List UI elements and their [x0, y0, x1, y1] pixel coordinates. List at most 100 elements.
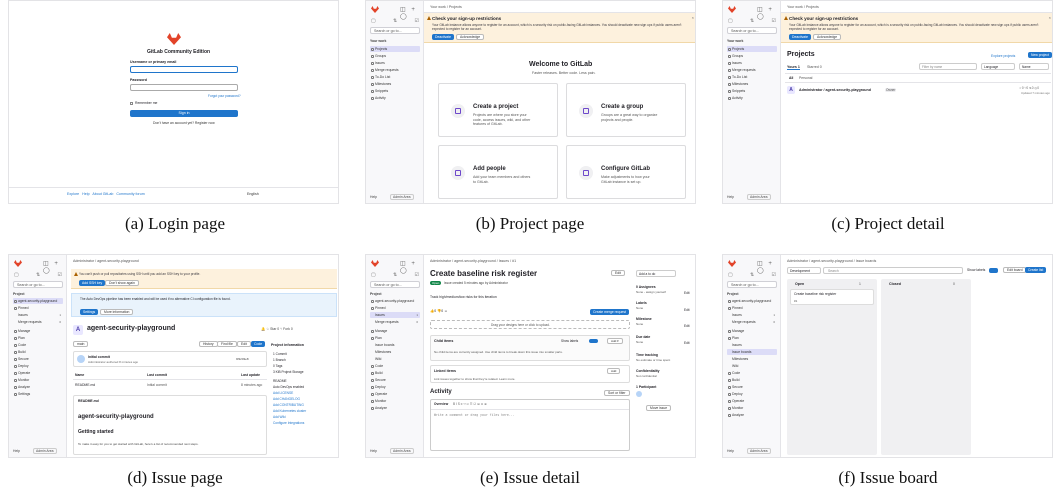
- commit-title[interactable]: Initial commit: [88, 355, 110, 359]
- explore-projects-link[interactable]: Explore projects: [991, 54, 1015, 58]
- sidebar-item-monitor[interactable]: Monitor: [727, 405, 777, 411]
- todo-box[interactable]: Add a to do: [636, 270, 676, 277]
- project-row-link[interactable]: Administrator / agent-security-playgroun…: [799, 88, 871, 92]
- admin-area-button[interactable]: Admin Area: [33, 448, 57, 454]
- overview-tab[interactable]: Overview: [434, 402, 448, 406]
- username-input[interactable]: [130, 66, 238, 73]
- sidebar-shortcuts[interactable]: ▢ ⇅ ☑: [728, 272, 776, 278]
- info-tags[interactable]: 0 Tags: [273, 364, 282, 368]
- gitlab-logo-icon[interactable]: [728, 6, 736, 13]
- comment-editor[interactable]: Overview B I S ≡ ‹› ∞ ☰ ☑ ⊞ ⊡ ⊕ Write a …: [430, 399, 630, 451]
- sidebar-item-project[interactable]: agent-security-playground: [370, 298, 420, 304]
- sidebar-item-build[interactable]: Build: [727, 377, 777, 383]
- edit-issue-button[interactable]: Edit: [611, 270, 625, 276]
- deactivate-button[interactable]: Deactivate: [789, 34, 812, 40]
- history-button[interactable]: History: [199, 341, 218, 347]
- sidebar-item-plan[interactable]: Plan: [727, 335, 777, 341]
- sidebar-item-milestones[interactable]: Milestones: [370, 81, 420, 87]
- sidebar-item-groups[interactable]: Groups: [370, 53, 420, 59]
- add-child-button[interactable]: Add ▾: [607, 338, 623, 344]
- add-linked-button[interactable]: Add: [607, 368, 621, 374]
- sidebar-item-deploy[interactable]: Deploy: [370, 384, 420, 390]
- sidebar-item-monitor[interactable]: Monitor: [13, 377, 63, 383]
- sidebar-item-merge-requests[interactable]: Merge requests 0: [370, 319, 420, 325]
- add-ssh-key-button[interactable]: Add SSH key: [79, 280, 106, 286]
- more-info-button[interactable]: More information: [100, 309, 134, 315]
- link-configure-integrations[interactable]: Configure Integrations: [273, 421, 304, 425]
- footer-links[interactable]: Explore Help About GitLab Community foru…: [67, 192, 145, 196]
- sidebar-item-groups[interactable]: Groups: [727, 53, 777, 59]
- sidebar-search-input[interactable]: Search or go to...: [370, 281, 420, 288]
- sidebar-item-merge-requests[interactable]: Merge requests 0: [727, 319, 777, 325]
- sidebar-search-input[interactable]: Search or go to...: [13, 281, 63, 288]
- link-add-wiki[interactable]: Add Wiki: [273, 415, 286, 419]
- acknowledge-button[interactable]: Acknowledge: [456, 34, 485, 40]
- sidebar-item-milestones[interactable]: Milestones: [727, 356, 777, 362]
- sidebar-item-secure[interactable]: Secure: [727, 384, 777, 390]
- design-dropzone[interactable]: Drag your designs here or click to uploa…: [430, 320, 630, 329]
- sidebar-item-pinned[interactable]: Pinned: [727, 305, 777, 311]
- sidebar-item-code[interactable]: Code: [13, 342, 63, 348]
- new-project-button[interactable]: New project: [1028, 52, 1052, 58]
- sidebar-item-operate[interactable]: Operate: [13, 370, 63, 376]
- dont-show-again-button[interactable]: Don't show again: [105, 280, 139, 286]
- issue-card[interactable]: Create baseline risk register #1: [790, 289, 874, 305]
- sidebar-shortcuts[interactable]: ▢ ⇅ ☑: [371, 272, 419, 278]
- sidebar-item-issues[interactable]: Issues 1: [13, 312, 63, 318]
- help-button[interactable]: Help: [13, 449, 20, 453]
- subtab-all[interactable]: All: [789, 76, 793, 80]
- sidebar-item-activity[interactable]: Activity: [370, 95, 420, 101]
- sidebar-item-analyze[interactable]: Analyze: [727, 412, 777, 418]
- sidebar-item-projects[interactable]: Projects: [727, 46, 777, 52]
- sidebar-shortcuts[interactable]: ▢ ⇅ ☑: [371, 18, 419, 24]
- sidebar-item-todo[interactable]: To-Do List: [727, 74, 777, 80]
- sidebar-item-issues[interactable]: Issues 1: [727, 312, 777, 318]
- sidebar-item-plan[interactable]: Plan: [13, 335, 63, 341]
- breadcrumb[interactable]: Your work / Projects: [787, 5, 819, 9]
- sidebar-item-snippets[interactable]: Snippets: [370, 88, 420, 94]
- link-add-changelog[interactable]: Add CHANGELOG: [273, 397, 300, 401]
- board-search-input[interactable]: Search: [823, 267, 963, 274]
- sidebar-item-merge-requests[interactable]: Merge requests: [727, 67, 777, 73]
- help-button[interactable]: Help: [727, 449, 734, 453]
- sidebar-item-project[interactable]: agent-security-playground: [727, 298, 777, 304]
- sidebar-item-projects[interactable]: Projects: [370, 46, 420, 52]
- language-dropdown[interactable]: Language: [981, 63, 1015, 70]
- forgot-password-link[interactable]: Forgot your password?: [208, 94, 241, 98]
- sidebar-item-issues[interactable]: Issues: [727, 60, 777, 66]
- add-people-card[interactable]: Add people Add your team members and oth…: [438, 145, 558, 199]
- commit-sha[interactable]: 9f3203e8: [236, 357, 249, 361]
- acknowledge-button[interactable]: Acknowledge: [813, 34, 842, 40]
- admin-area-button[interactable]: Admin Area: [747, 194, 771, 200]
- breadcrumb[interactable]: Administrator / agent-security-playgroun…: [430, 259, 516, 263]
- sidebar-item-deploy[interactable]: Deploy: [727, 391, 777, 397]
- move-issue-button[interactable]: Move issue: [646, 405, 672, 411]
- assignees-value[interactable]: None - assign yourself: [636, 290, 666, 294]
- sidebar-search-input[interactable]: Search or go to...: [727, 281, 777, 288]
- sidebar-item-issue-boards[interactable]: Issue boards: [727, 349, 777, 355]
- sidebar-edit-links[interactable]: Edit Edit Edit Edit: [684, 285, 690, 351]
- show-labels-toggle[interactable]: [989, 268, 998, 273]
- sidebar-item-monitor[interactable]: Monitor: [370, 398, 420, 404]
- edit-board-button[interactable]: Edit board: [1003, 267, 1027, 273]
- language-selector[interactable]: English: [247, 192, 259, 196]
- sidebar-item-merge-requests[interactable]: Merge requests: [370, 67, 420, 73]
- sidebar-item-analyze[interactable]: Analyze: [13, 384, 63, 390]
- create-merge-request-button[interactable]: Create merge request: [590, 309, 629, 315]
- reaction-buttons[interactable]: 👍0 👎0 ☺: [430, 309, 448, 313]
- sidebar-item-manage[interactable]: Manage: [370, 328, 420, 334]
- file-name[interactable]: README.md: [75, 383, 95, 387]
- link-readme[interactable]: README: [273, 379, 287, 383]
- sidebar-item-wiki[interactable]: Wiki: [370, 356, 420, 362]
- sidebar-item-deploy[interactable]: Deploy: [13, 363, 63, 369]
- create-group-card[interactable]: Create a group Groups are a great way to…: [566, 83, 686, 137]
- sidebar-item-plan[interactable]: Plan: [370, 335, 420, 341]
- file-commit[interactable]: Initial commit: [147, 383, 167, 387]
- sidebar-search-input[interactable]: Search or go to...: [370, 27, 420, 34]
- sidebar-shortcuts[interactable]: ▢ ⇅ ☑: [728, 18, 776, 24]
- sign-in-button[interactable]: Sign in: [130, 110, 238, 117]
- issue-card-title[interactable]: Create baseline risk register: [794, 292, 836, 296]
- sidebar-shortcuts[interactable]: ▢ ⇅ ☑: [14, 272, 62, 278]
- gitlab-logo-icon[interactable]: [14, 260, 22, 267]
- sidebar-item-activity[interactable]: Activity: [727, 95, 777, 101]
